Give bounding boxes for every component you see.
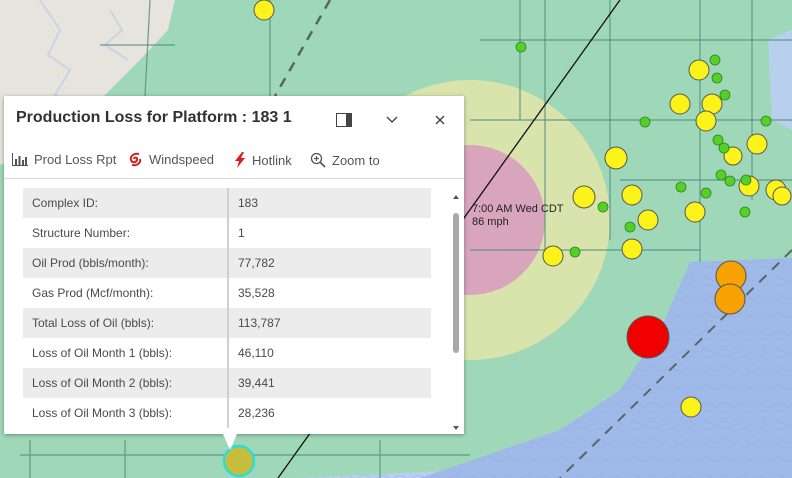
lightning-icon <box>235 152 245 168</box>
attribute-row: Total Loss of Oil (bbls): 113,787 <box>23 308 431 338</box>
platform-popup: Production Loss for Platform : 183 1 Pro… <box>4 96 464 434</box>
small-marker <box>724 175 736 187</box>
platform-marker <box>684 201 706 223</box>
small-marker <box>711 72 723 84</box>
small-marker <box>740 174 752 186</box>
bar-chart-icon <box>12 153 28 166</box>
attribute-table: Complex ID: 183 Structure Number: 1 Oil Prod… <box>23 188 431 428</box>
attribute-value: 28,236 <box>238 406 275 420</box>
attribute-row: Loss of Oil Month 3 (bbls): 28,236 <box>23 398 431 428</box>
zoom-in-icon <box>310 152 326 168</box>
small-marker <box>719 89 731 101</box>
attribute-row: Loss of Oil Month 2 (bbls): 39,441 <box>23 368 431 398</box>
platform-marker-orange <box>714 283 746 315</box>
close-button[interactable] <box>428 108 452 132</box>
dock-icon <box>336 113 352 127</box>
platform-marker <box>253 0 275 21</box>
selected-platform-marker <box>222 444 256 478</box>
action-zoom-to[interactable]: Zoom to <box>310 152 380 168</box>
attribute-value: 1 <box>238 226 245 240</box>
small-marker <box>718 142 730 154</box>
platform-marker <box>695 110 717 132</box>
scroll-thumb <box>453 213 459 353</box>
attribute-label: Total Loss of Oil (bbls): <box>23 308 229 338</box>
platform-marker-red <box>626 315 670 359</box>
action-label: Prod Loss Rpt <box>34 152 117 167</box>
small-marker <box>739 206 751 218</box>
attribute-value: 77,782 <box>228 248 431 278</box>
attribute-label: Structure Number: <box>23 218 229 248</box>
popup-scrollbar[interactable] <box>451 193 461 433</box>
popup-header: Production Loss for Platform : 183 1 <box>4 96 464 142</box>
popup-pointer <box>223 434 237 450</box>
attribute-row: Gas Prod (Mcf/month): 35,528 <box>23 278 431 308</box>
attribute-label: Complex ID: <box>23 188 229 218</box>
platform-marker <box>572 185 596 209</box>
small-marker <box>624 221 636 233</box>
platform-marker <box>688 59 710 81</box>
popup-title: Production Loss for Platform : 183 1 <box>16 109 292 126</box>
dock-button[interactable] <box>332 108 356 132</box>
small-marker <box>715 169 727 181</box>
attribute-value: 46,110 <box>238 346 274 360</box>
action-windspeed[interactable]: Windspeed <box>128 152 214 167</box>
attribute-row: Complex ID: 183 <box>23 188 431 218</box>
small-marker <box>569 246 581 258</box>
attribute-row: Oil Prod (bbls/month): 77,782 <box>23 248 431 278</box>
attribute-value: 113,787 <box>228 308 431 338</box>
scroll-down-arrow <box>453 426 459 430</box>
small-marker <box>639 116 651 128</box>
attribute-label: Gas Prod (Mcf/month): <box>23 278 229 308</box>
platform-marker <box>542 245 564 267</box>
platform-marker <box>637 209 659 231</box>
popup-actions-bar: Prod Loss Rpt Windspeed Hotlink Zoom to <box>4 142 464 179</box>
action-label: Zoom to <box>332 152 380 168</box>
action-prod-loss-rpt[interactable]: Prod Loss Rpt <box>12 152 116 167</box>
attribute-row: Structure Number: 1 <box>23 218 431 248</box>
attribute-label: Oil Prod (bbls/month): <box>23 248 229 278</box>
platform-marker <box>669 93 691 115</box>
attribute-value: 35,528 <box>238 286 275 300</box>
small-marker <box>760 115 772 127</box>
collapse-button[interactable] <box>380 108 404 132</box>
action-hotlink[interactable]: Hotlink <box>234 152 292 168</box>
small-marker <box>675 181 687 193</box>
attribute-value: 39,441 <box>228 368 431 398</box>
attribute-label: Loss of Oil Month 3 (bbls): <box>23 398 229 428</box>
small-marker <box>709 54 721 66</box>
attribute-value: 183 <box>228 188 431 218</box>
small-marker <box>515 41 527 53</box>
small-marker <box>597 201 609 213</box>
small-marker <box>700 187 712 199</box>
scroll-up-arrow <box>453 195 459 199</box>
platform-marker <box>621 238 643 260</box>
storm-time-label: 7:00 AM Wed CDT 86 mph <box>472 203 564 228</box>
close-icon <box>435 115 445 125</box>
platform-marker <box>772 186 792 206</box>
popup-content: Complex ID: 183 Structure Number: 1 Oil Prod… <box>4 179 464 434</box>
action-label: Windspeed <box>149 152 215 167</box>
platform-marker <box>621 184 643 206</box>
attribute-label: Loss of Oil Month 1 (bbls): <box>23 338 229 368</box>
attribute-label: Loss of Oil Month 2 (bbls): <box>23 368 229 398</box>
chevron-down-icon <box>386 116 398 123</box>
attribute-row: Loss of Oil Month 1 (bbls): 46,110 <box>23 338 431 368</box>
hurricane-icon <box>129 152 142 167</box>
platform-marker <box>604 146 628 170</box>
platform-marker <box>746 133 768 155</box>
platform-marker <box>680 396 702 418</box>
action-label: Hotlink <box>252 152 292 168</box>
